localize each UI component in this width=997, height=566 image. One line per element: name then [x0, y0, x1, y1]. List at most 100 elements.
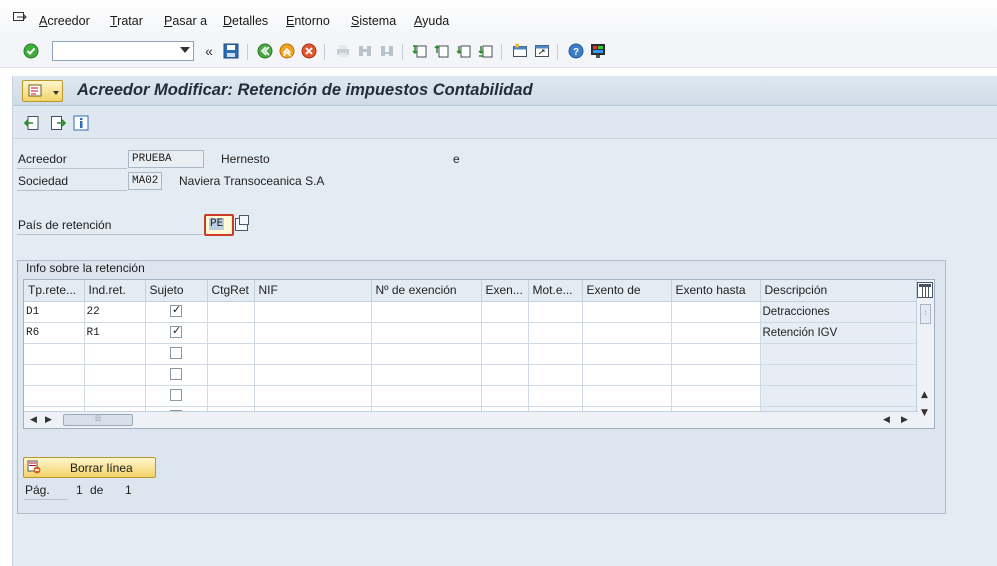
sujeto-checkbox[interactable]	[170, 303, 182, 318]
menu-sistema[interactable]: Sistema	[351, 14, 396, 28]
cancel-icon[interactable]	[300, 42, 318, 60]
cell-exento-hasta[interactable]	[671, 385, 761, 407]
scroll-up-icon[interactable]: ▲	[921, 390, 928, 400]
col-mot-exen[interactable]: Mot.e...	[528, 280, 583, 302]
back-history-icon[interactable]: «	[200, 42, 218, 60]
cell-nif[interactable]	[254, 364, 372, 386]
cell-exento-de[interactable]	[582, 322, 672, 344]
cell-mot-exen[interactable]	[528, 343, 583, 365]
menu-acreedor[interactable]: Acreedor	[39, 14, 90, 28]
sujeto-checkbox[interactable]	[170, 324, 182, 339]
cell-exento-de[interactable]	[582, 343, 672, 365]
cell-num-exencion[interactable]	[371, 343, 482, 365]
cell-nif[interactable]	[254, 322, 372, 344]
table-row[interactable]	[24, 364, 918, 386]
cell-mot-exen[interactable]	[528, 301, 583, 323]
back-icon[interactable]	[256, 42, 274, 60]
cell-num-exencion[interactable]	[371, 301, 482, 323]
layout-menu-icon[interactable]	[589, 42, 607, 60]
new-session-icon[interactable]	[511, 42, 529, 60]
cell-ctgret[interactable]	[207, 301, 255, 323]
help-icon[interactable]: ?	[567, 42, 585, 60]
previous-page-icon[interactable]	[433, 42, 451, 60]
column-settings-icon[interactable]	[917, 282, 933, 298]
cell-tp-retencion[interactable]	[24, 343, 85, 365]
col-tp-retencion[interactable]: Tp.rete...	[24, 280, 85, 302]
cell-tp-retencion[interactable]	[24, 385, 85, 407]
cell-exento-de[interactable]	[582, 385, 672, 407]
next-screen-icon[interactable]	[50, 115, 66, 131]
find-icon[interactable]	[356, 42, 374, 60]
menu-ayuda[interactable]: Ayuda	[414, 14, 449, 28]
table-row[interactable]	[24, 343, 918, 365]
previous-screen-icon[interactable]	[24, 115, 40, 131]
cell-ctgret[interactable]	[207, 385, 255, 407]
command-input[interactable]	[53, 42, 171, 60]
print-icon[interactable]	[334, 42, 352, 60]
sujeto-checkbox[interactable]	[170, 389, 182, 402]
value-help-icon[interactable]	[235, 215, 249, 231]
cell-exento-hasta[interactable]	[671, 364, 761, 386]
cell-tp-retencion[interactable]	[24, 364, 85, 386]
cell-ctgret[interactable]	[207, 322, 255, 344]
scroll-right-icon[interactable]: ▶	[901, 415, 908, 425]
col-descripcion[interactable]: Descripción	[760, 280, 918, 302]
command-field[interactable]	[52, 41, 194, 61]
col-exento-hasta[interactable]: Exento hasta	[671, 280, 761, 302]
cell-ind-ret[interactable]: 22	[84, 301, 146, 323]
col-sujeto[interactable]: Sujeto	[145, 280, 208, 302]
cell-nif[interactable]	[254, 385, 372, 407]
cell-exento-de[interactable]	[582, 301, 672, 323]
cell-exen[interactable]	[481, 322, 529, 344]
col-exen[interactable]: Exen...	[481, 280, 529, 302]
exit-icon[interactable]	[278, 42, 296, 60]
cell-exen[interactable]	[481, 343, 529, 365]
scroll-down-icon[interactable]: ▼	[921, 408, 928, 418]
cell-num-exencion[interactable]	[371, 385, 482, 407]
table-row[interactable]: R6R1 Retención IGV	[24, 322, 918, 344]
pais-retencion-field[interactable]: PE	[204, 214, 234, 236]
info-icon[interactable]	[73, 115, 89, 131]
cell-mot-exen[interactable]	[528, 364, 583, 386]
col-nif[interactable]: NIF	[254, 280, 372, 302]
cell-tp-retencion[interactable]: D1	[24, 301, 85, 323]
cell-num-exencion[interactable]	[371, 364, 482, 386]
find-next-icon[interactable]	[378, 42, 396, 60]
enter-icon[interactable]	[22, 42, 40, 60]
cell-nif[interactable]	[254, 301, 372, 323]
horizontal-scroll-thumb[interactable]: ⁞⁞⁞	[63, 414, 133, 426]
delete-row-button[interactable]: Borrar línea	[23, 457, 156, 478]
col-num-exencion[interactable]: Nº de exención	[371, 280, 482, 302]
menu-detalles[interactable]: Detalles	[223, 14, 268, 28]
menu-entorno[interactable]: Entorno	[286, 14, 330, 28]
vertical-scrollbar[interactable]: ⁞ ▲ ▼	[916, 280, 934, 428]
scroll-right-icon[interactable]: ▶	[45, 415, 52, 425]
col-ctgret[interactable]: CtgRet	[207, 280, 255, 302]
cell-tp-retencion[interactable]: R6	[24, 322, 85, 344]
scroll-left-icon[interactable]: ◀	[30, 415, 37, 425]
cell-ind-ret[interactable]	[84, 385, 146, 407]
sujeto-checkbox[interactable]	[170, 347, 182, 360]
cell-exento-hasta[interactable]	[671, 343, 761, 365]
table-row[interactable]: D122 Detracciones	[24, 301, 918, 323]
save-icon[interactable]	[222, 42, 240, 60]
cell-ctgret[interactable]	[207, 364, 255, 386]
sujeto-checkbox[interactable]	[170, 368, 182, 381]
cell-ind-ret[interactable]	[84, 343, 146, 365]
cell-mot-exen[interactable]	[528, 385, 583, 407]
system-menu-icon[interactable]	[13, 12, 27, 24]
cell-exen[interactable]	[481, 385, 529, 407]
cell-ind-ret[interactable]	[84, 364, 146, 386]
cell-exen[interactable]	[481, 301, 529, 323]
horizontal-scrollbar[interactable]: ◀ ▶ ⁞⁞⁞ ◀ ▶	[24, 411, 918, 428]
shortcut-icon[interactable]	[533, 42, 551, 60]
scroll-thumb[interactable]: ⁞	[920, 304, 931, 324]
col-exento-de[interactable]: Exento de	[582, 280, 672, 302]
table-row[interactable]	[24, 385, 918, 407]
cell-ind-ret[interactable]: R1	[84, 322, 146, 344]
col-ind-ret[interactable]: Ind.ret.	[84, 280, 146, 302]
cell-exen[interactable]	[481, 364, 529, 386]
cell-sujeto[interactable]	[145, 385, 208, 407]
first-page-icon[interactable]	[411, 42, 429, 60]
next-page-icon[interactable]	[455, 42, 473, 60]
